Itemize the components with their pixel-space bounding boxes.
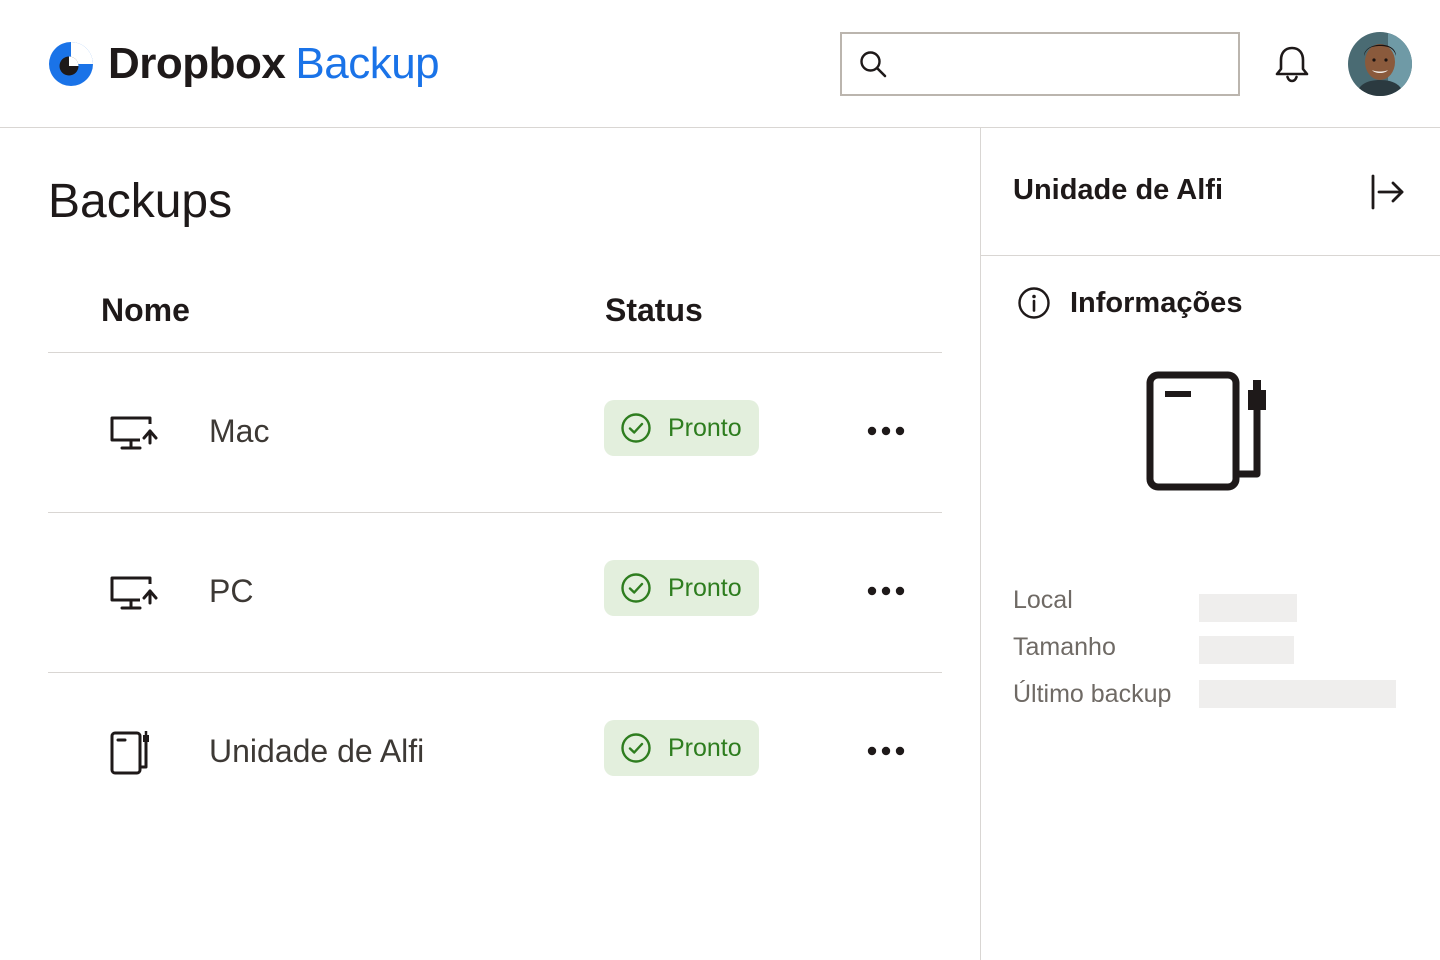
row-name[interactable]: Unidade de Alfi	[209, 733, 424, 770]
logo-product: Backup	[295, 39, 440, 88]
row-name[interactable]: PC	[209, 573, 253, 610]
info-icon	[1018, 287, 1050, 319]
more-horizontal-icon	[867, 426, 905, 436]
external-drive-icon	[1146, 371, 1266, 491]
check-circle-icon	[621, 413, 651, 443]
status-badge: Pronto	[604, 400, 759, 456]
info-heading-label: Informações	[1070, 286, 1243, 319]
external-drive-icon	[110, 731, 149, 775]
table-row[interactable]: Unidade de Alfi Pronto	[48, 673, 942, 833]
more-horizontal-icon	[867, 586, 905, 596]
bell-icon[interactable]	[1270, 42, 1314, 86]
search-box[interactable]	[840, 32, 1240, 96]
collapse-right-icon[interactable]	[1367, 172, 1407, 212]
more-options-button[interactable]	[860, 415, 912, 447]
logo-text: Dropbox Backup	[108, 39, 440, 89]
logo-brand: Dropbox	[108, 39, 286, 88]
monitor-backup-icon	[110, 576, 158, 610]
details-panel: Unidade de Alfi Informações Local Tamanh…	[980, 128, 1440, 960]
top-bar: Dropbox Backup	[0, 0, 1440, 128]
dropbox-backup-logo-icon	[49, 42, 93, 86]
search-input[interactable]	[898, 34, 1238, 94]
status-label: Pronto	[668, 573, 742, 602]
meta-label-location: Local	[1013, 586, 1073, 614]
meta-label-size: Tamanho	[1013, 633, 1116, 661]
table-row[interactable]: Mac Pronto	[48, 353, 942, 513]
page-title: Backups	[48, 175, 233, 228]
search-icon	[860, 51, 887, 78]
status-badge: Pronto	[604, 720, 759, 776]
row-name[interactable]: Mac	[209, 413, 269, 450]
avatar[interactable]	[1348, 32, 1412, 96]
more-options-button[interactable]	[860, 575, 912, 607]
more-options-button[interactable]	[860, 735, 912, 767]
status-label: Pronto	[668, 413, 742, 442]
user-avatar-icon	[1348, 32, 1412, 96]
check-circle-icon	[621, 573, 651, 603]
panel-title: Unidade de Alfi	[1013, 174, 1223, 206]
column-header-name[interactable]: Nome	[101, 292, 190, 329]
status-label: Pronto	[668, 733, 742, 762]
info-section-heading: Informações	[1017, 286, 1242, 320]
table-row[interactable]: PC Pronto	[48, 513, 942, 673]
check-circle-icon	[621, 733, 651, 763]
panel-header: Unidade de Alfi	[981, 128, 1440, 256]
monitor-backup-icon	[110, 416, 158, 450]
dropbox-backup-logo[interactable]: Dropbox Backup	[48, 39, 440, 89]
meta-label-last-backup: Último backup	[1013, 680, 1172, 708]
table-header: Nome Status	[48, 288, 942, 353]
column-header-status[interactable]: Status	[605, 292, 703, 329]
more-horizontal-icon	[867, 746, 905, 756]
status-badge: Pronto	[604, 560, 759, 616]
meta-value-location-placeholder	[1199, 594, 1297, 622]
backups-main: Backups Nome Status Mac Pronto PC Pronto…	[0, 128, 980, 960]
meta-value-last-backup-placeholder	[1199, 680, 1396, 708]
meta-value-size-placeholder	[1199, 636, 1294, 664]
